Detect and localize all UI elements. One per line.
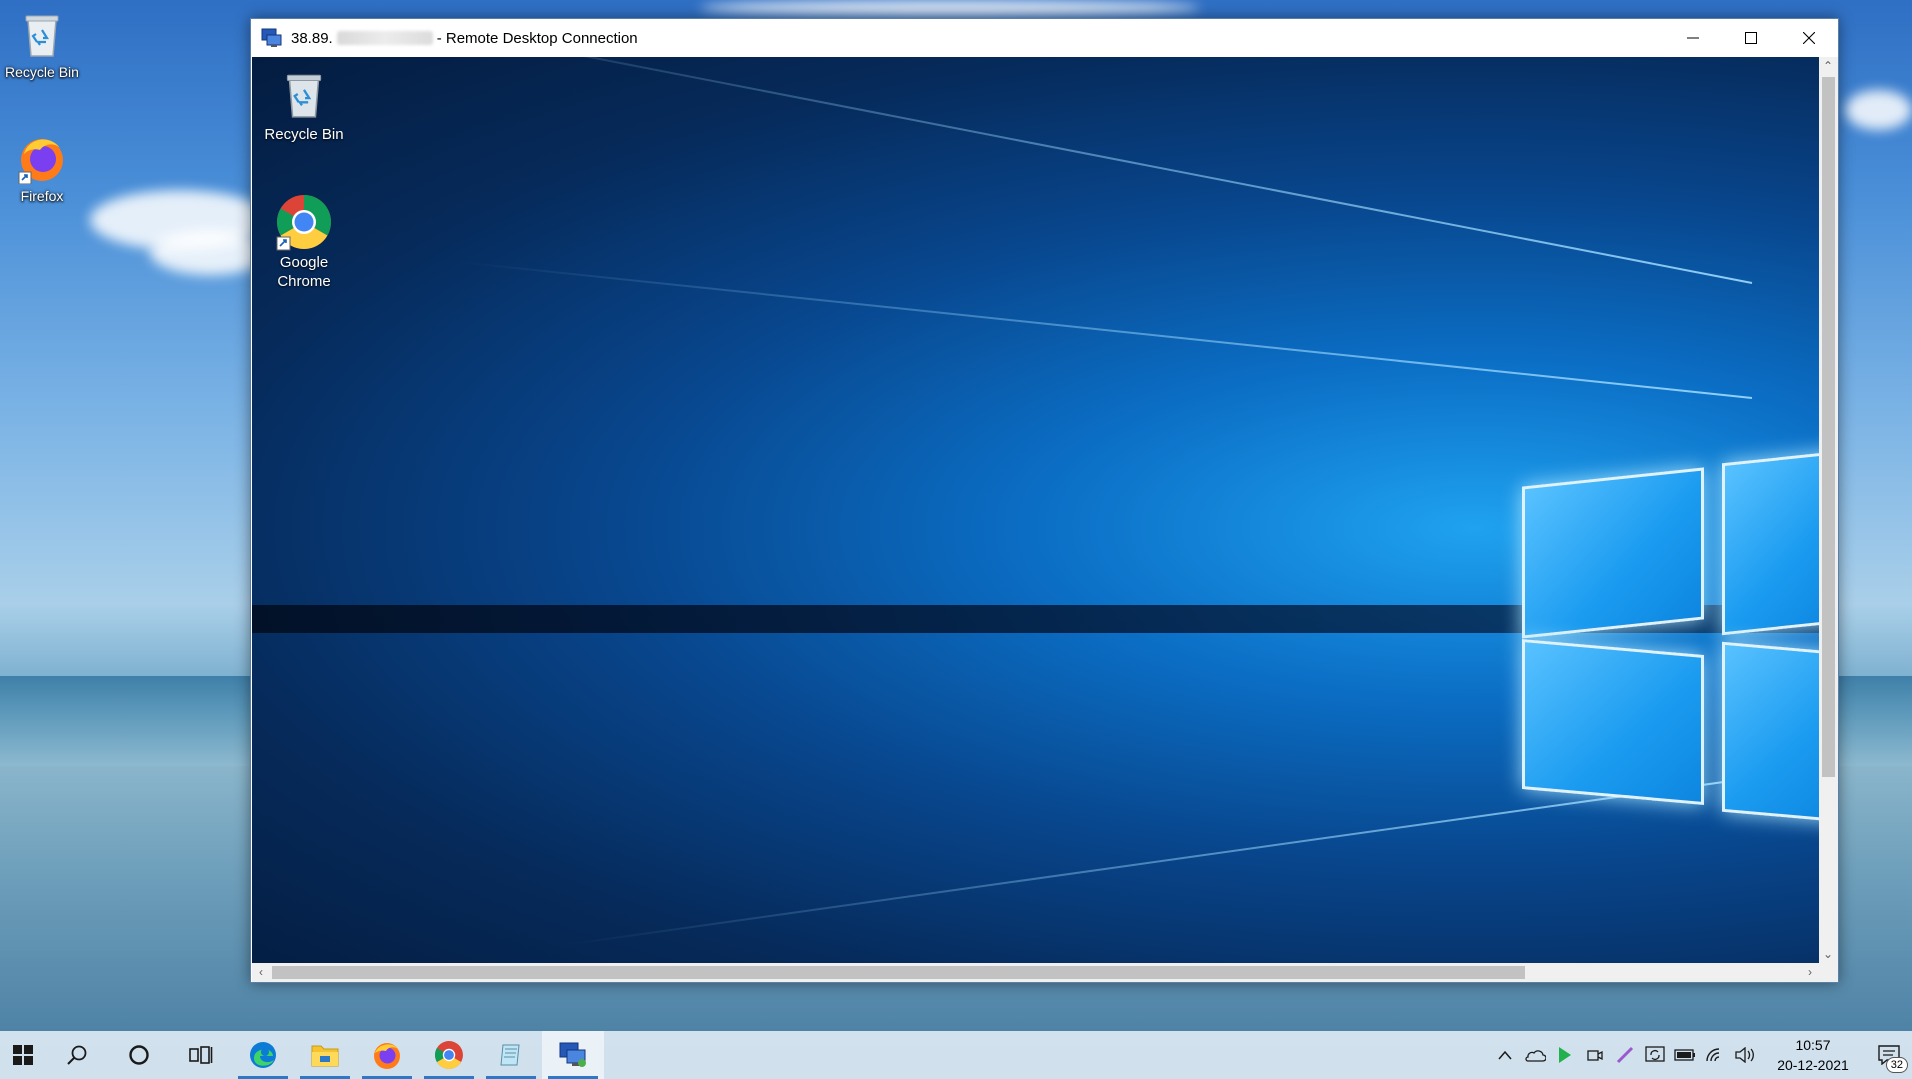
notepad-icon	[500, 1044, 520, 1066]
remote-icon-label-line2: Chrome	[277, 273, 331, 290]
start-button[interactable]	[0, 1031, 46, 1079]
close-button[interactable]	[1780, 19, 1838, 57]
onedrive-icon	[1525, 1050, 1546, 1062]
windows-logo-pane	[1722, 450, 1819, 636]
remote-icon-label: Recycle Bin	[264, 126, 344, 143]
horizontal-scrollbar[interactable]: ‹ ›	[252, 963, 1819, 982]
edge-icon	[250, 1042, 276, 1068]
show-hidden-icons-button[interactable]	[1490, 1031, 1520, 1079]
maximize-button[interactable]	[1722, 19, 1780, 57]
onedrive-tray[interactable]	[1520, 1031, 1550, 1079]
title-suffix: - Remote Desktop Connection	[436, 29, 638, 47]
volume-icon	[1735, 1047, 1754, 1063]
search-icon	[67, 1045, 87, 1065]
recycle-bin-icon	[286, 74, 322, 118]
taskbar-chrome[interactable]	[418, 1031, 480, 1079]
windows-logo-pane	[1722, 641, 1819, 823]
scroll-up-arrow[interactable]: ⌃	[1819, 57, 1837, 75]
remote-icon-recycle-bin[interactable]: Recycle Bin	[258, 67, 350, 144]
redacted-ip	[336, 31, 433, 45]
remote-desktop-window[interactable]: 38.89. - Remote Desktop Connection Recyc…	[250, 18, 1839, 983]
remote-desktop-icon	[559, 1042, 586, 1067]
close-icon	[1803, 32, 1815, 44]
meet-now-icon	[1587, 1050, 1603, 1061]
recycle-bin-icon	[16, 8, 68, 60]
minimize-button[interactable]	[1664, 19, 1722, 57]
chevron-up-icon	[1498, 1050, 1512, 1060]
title-ip-prefix: 38.89.	[291, 29, 333, 47]
action-center-button[interactable]: 32	[1866, 1031, 1912, 1079]
sync-tray[interactable]	[1640, 1031, 1670, 1079]
sync-icon	[1645, 1046, 1665, 1062]
search-button[interactable]	[46, 1031, 108, 1079]
play-icon	[1559, 1047, 1571, 1063]
remote-desktop-viewport[interactable]: Recycle Bin Google Chrome	[252, 57, 1819, 963]
meet-now-tray[interactable]	[1580, 1031, 1610, 1079]
pen-tray[interactable]	[1610, 1031, 1640, 1079]
remote-desktop-icon	[261, 28, 283, 48]
battery-icon	[1674, 1049, 1695, 1061]
task-view-icon	[189, 1046, 213, 1064]
remote-icon-label-line1: Google	[279, 254, 329, 271]
taskbar-file-explorer[interactable]	[294, 1031, 356, 1079]
firefox-icon	[374, 1043, 400, 1069]
windows-logo-pane	[1522, 639, 1704, 805]
task-view-button[interactable]	[170, 1031, 232, 1079]
light-beam	[377, 57, 1753, 284]
system-tray: 10:57 20-12-2021 32	[1490, 1031, 1912, 1079]
vertical-scrollbar[interactable]: ⌃ ⌄	[1819, 57, 1838, 963]
light-beam	[459, 261, 1753, 399]
maximize-icon	[1745, 32, 1757, 44]
clock-time: 10:57	[1795, 1037, 1831, 1053]
desktop-icon-recycle-bin[interactable]: Recycle Bin	[0, 8, 84, 80]
taskbar-notepad[interactable]	[480, 1031, 542, 1079]
window-title: 38.89. - Remote Desktop Connection	[291, 30, 638, 47]
firefox-icon	[16, 132, 68, 185]
desktop-icon-label: Recycle Bin	[5, 64, 79, 80]
desktop-icon-label: Firefox	[20, 188, 64, 204]
taskbar-remote-desktop[interactable]	[542, 1031, 604, 1079]
battery-tray[interactable]	[1670, 1031, 1700, 1079]
cortana-icon	[129, 1045, 149, 1065]
clock-date: 20-12-2021	[1777, 1057, 1849, 1073]
pen-icon	[1616, 1046, 1634, 1064]
scroll-left-arrow[interactable]: ‹	[252, 963, 270, 981]
vertical-scroll-thumb[interactable]	[1822, 77, 1835, 777]
scroll-right-arrow[interactable]: ›	[1801, 963, 1819, 981]
chrome-icon	[435, 1041, 463, 1069]
remote-icon-google-chrome[interactable]: Google Chrome	[258, 193, 350, 291]
desktop-icon-firefox[interactable]: Firefox	[0, 132, 84, 204]
volume-tray[interactable]	[1730, 1031, 1760, 1079]
horizontal-scroll-thumb[interactable]	[272, 966, 1525, 979]
resize-grip[interactable]	[1819, 963, 1838, 982]
title-bar[interactable]: 38.89. - Remote Desktop Connection	[251, 19, 1838, 57]
notification-count-badge: 32	[1885, 1057, 1908, 1073]
taskbar-edge[interactable]	[232, 1031, 294, 1079]
file-explorer-icon	[311, 1045, 339, 1067]
taskbar-clock[interactable]: 10:57 20-12-2021	[1768, 1035, 1858, 1075]
taskbar-firefox[interactable]	[356, 1031, 418, 1079]
minimize-icon	[1687, 37, 1699, 39]
windows-logo-pane	[1522, 467, 1704, 639]
chrome-icon	[276, 194, 331, 251]
wifi-tray[interactable]	[1700, 1031, 1730, 1079]
light-beam	[563, 777, 1753, 946]
cortana-button[interactable]	[108, 1031, 170, 1079]
media-tray[interactable]	[1550, 1031, 1580, 1079]
scroll-down-arrow[interactable]: ⌄	[1819, 945, 1837, 963]
wifi-icon	[1706, 1048, 1720, 1062]
taskbar: 10:57 20-12-2021 32	[0, 1031, 1912, 1079]
start-icon	[13, 1045, 33, 1065]
